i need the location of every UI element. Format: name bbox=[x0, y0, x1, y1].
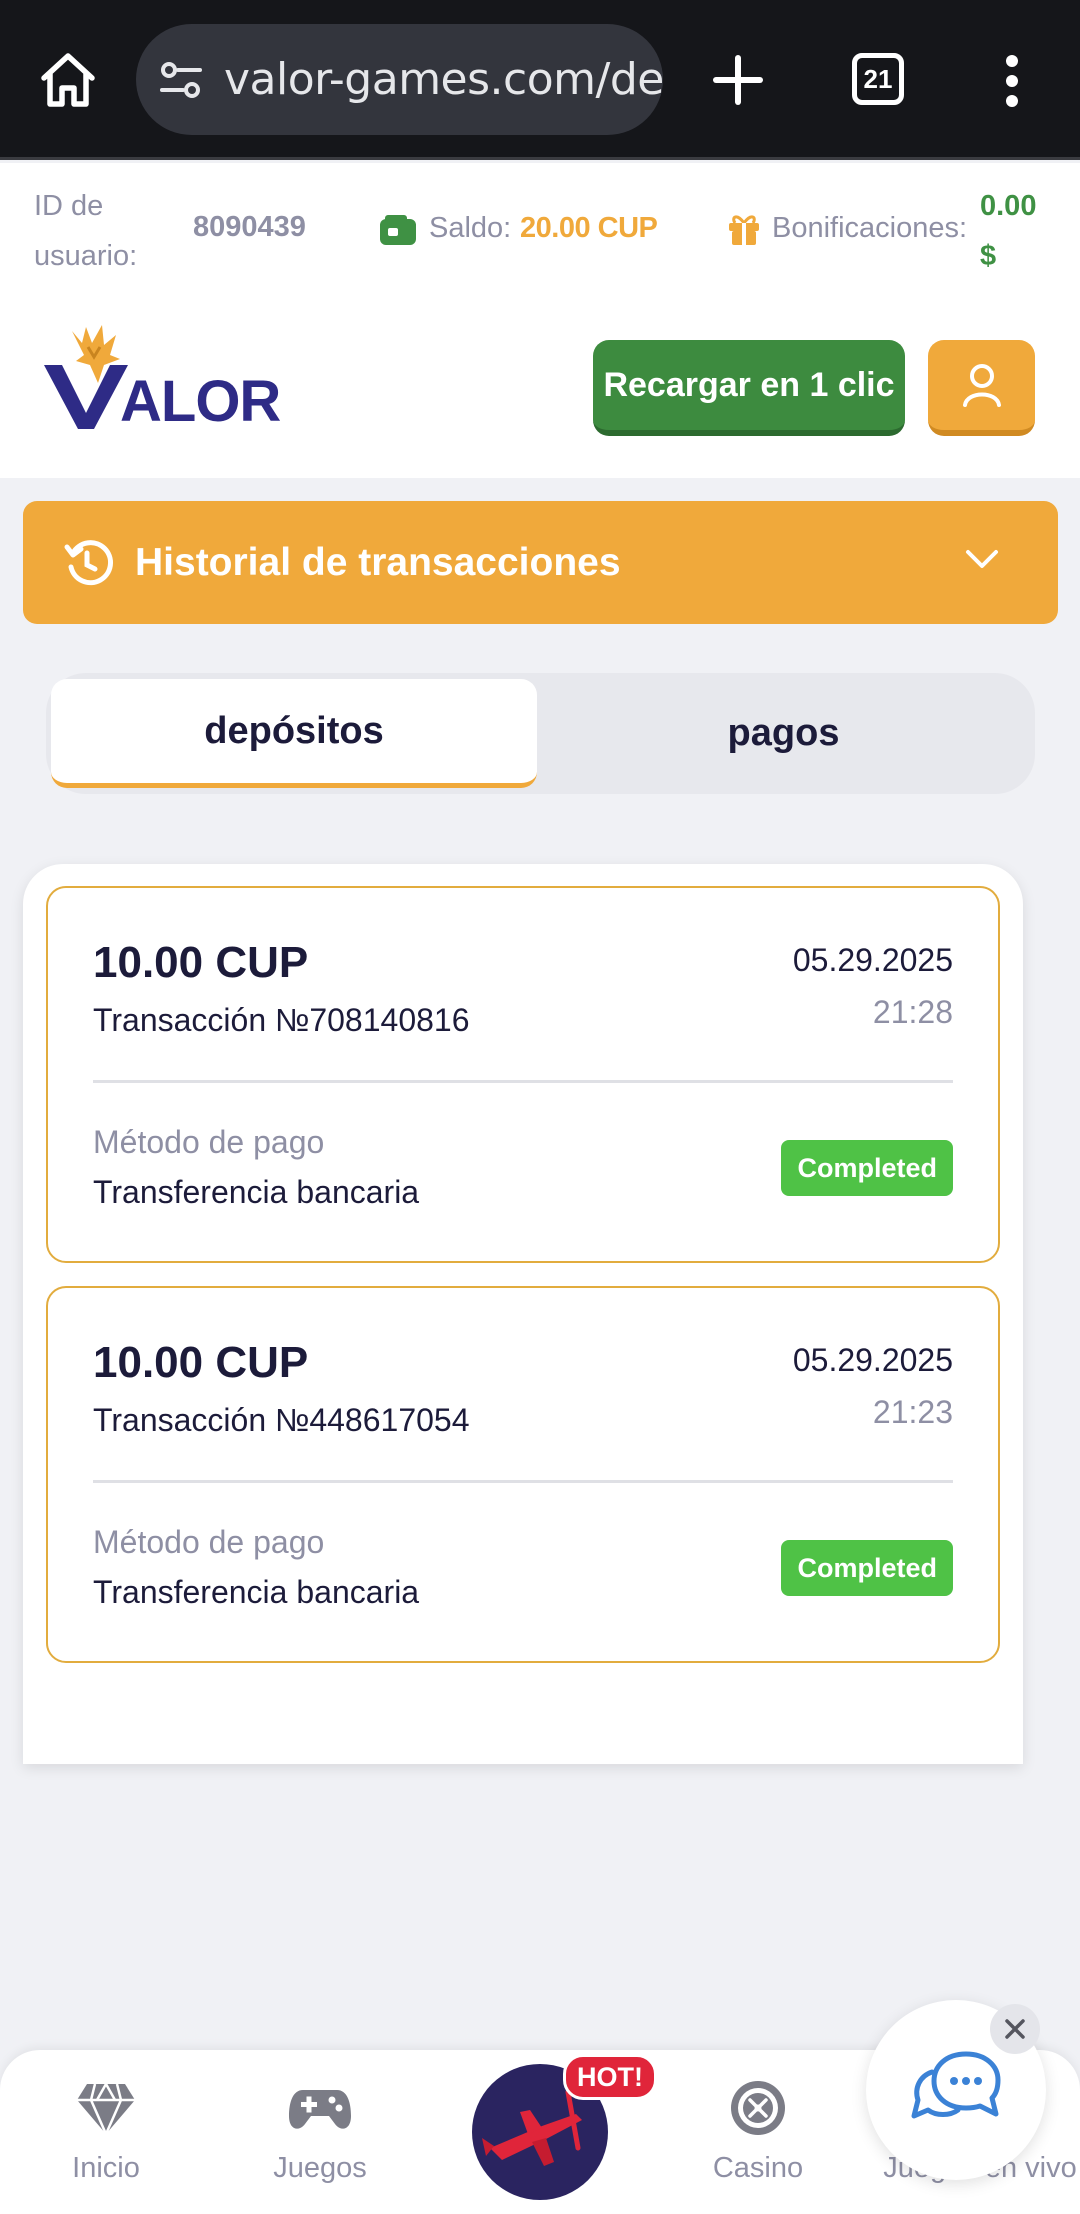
payment-method: Transferencia bancaria bbox=[93, 1574, 420, 1610]
new-tab-icon[interactable] bbox=[708, 50, 768, 110]
status-badge: Completed bbox=[781, 1140, 953, 1196]
address-bar[interactable]: valor-games.com/de bbox=[136, 24, 663, 135]
history-accordion[interactable]: Historial de transacciones bbox=[23, 501, 1058, 624]
nav-item-home[interactable]: Inicio bbox=[16, 2078, 196, 2185]
nav-label: Casino bbox=[712, 2152, 804, 2184]
user-icon bbox=[962, 364, 1001, 407]
bonus-value: 0.00 $ bbox=[980, 190, 1037, 272]
transactions-list: 10.00 CUP Transacción №708140816 05.29.2… bbox=[23, 864, 1023, 1764]
bonus-label: Bonificaciones: bbox=[772, 212, 968, 244]
transaction-amount: 10.00 CUP bbox=[93, 1338, 309, 1387]
tab-deposits[interactable]: depósitos bbox=[51, 679, 537, 788]
nav-item-games[interactable]: Juegos bbox=[230, 2078, 410, 2185]
user-id-value: 8090439 bbox=[193, 211, 306, 243]
user-id-label: ID de usuario: bbox=[34, 190, 138, 272]
gift-icon bbox=[729, 215, 759, 245]
status-badge: Completed bbox=[781, 1540, 953, 1596]
balance-value: 20.00 CUP bbox=[520, 212, 658, 244]
payment-method-label: Método de pago bbox=[93, 1524, 325, 1560]
user-info-bar: ID de usuario: 8090439 Saldo: 20.00 CUP … bbox=[0, 163, 1080, 303]
transaction-card[interactable]: 10.00 CUP Transacción №448617054 05.29.2… bbox=[46, 1286, 1000, 1663]
site-header: ALOR Recargar en 1 clic bbox=[0, 303, 1080, 478]
hot-badge: HOT! bbox=[563, 2054, 657, 2100]
tab-payments[interactable]: pagos bbox=[537, 679, 1030, 788]
nav-label: Inicio bbox=[72, 2152, 140, 2184]
url-text[interactable]: valor-games.com/de bbox=[224, 54, 663, 105]
transaction-time: 21:28 bbox=[872, 994, 953, 1030]
nav-label: Juegos bbox=[273, 2152, 367, 2184]
payment-method-label: Método de pago bbox=[93, 1124, 325, 1160]
recharge-button[interactable]: Recargar en 1 clic bbox=[593, 340, 905, 436]
svg-text:ALOR: ALOR bbox=[120, 369, 280, 431]
tune-icon[interactable] bbox=[156, 55, 206, 105]
divider bbox=[93, 1480, 953, 1483]
transaction-card[interactable]: 10.00 CUP Transacción №708140816 05.29.2… bbox=[46, 886, 1000, 1263]
transaction-time: 21:23 bbox=[872, 1394, 953, 1430]
browser-toolbar: valor-games.com/de 21 bbox=[0, 0, 1080, 160]
gamepad-icon bbox=[289, 2090, 351, 2129]
transaction-amount: 10.00 CUP bbox=[93, 938, 309, 987]
chevron-down-icon[interactable] bbox=[965, 547, 999, 571]
transaction-tabs: depósitos pagos bbox=[46, 673, 1035, 794]
payment-method: Transferencia bancaria bbox=[93, 1174, 420, 1210]
roulette-icon bbox=[731, 2081, 785, 2135]
transaction-id: Transacción №708140816 bbox=[93, 1002, 470, 1038]
transaction-date: 05.29.2025 bbox=[792, 942, 953, 978]
diamond-icon bbox=[77, 2083, 135, 2138]
transaction-id: Transacción №448617054 bbox=[93, 1402, 470, 1438]
balance-label: Saldo: bbox=[429, 212, 512, 244]
history-title: Historial de transacciones bbox=[135, 541, 621, 584]
transaction-date: 05.29.2025 bbox=[792, 1342, 953, 1378]
wallet-icon bbox=[380, 215, 416, 245]
more-vert-icon[interactable] bbox=[998, 54, 1026, 108]
profile-button[interactable] bbox=[928, 340, 1035, 436]
valor-logo[interactable]: ALOR bbox=[42, 321, 287, 431]
home-icon[interactable] bbox=[36, 48, 100, 112]
close-icon bbox=[1005, 2019, 1025, 2039]
divider bbox=[93, 1080, 953, 1083]
chat-close-button[interactable] bbox=[990, 2004, 1040, 2054]
tab-switcher-button[interactable]: 21 bbox=[852, 53, 904, 105]
chat-icon bbox=[911, 2051, 1001, 2119]
history-icon bbox=[64, 540, 113, 586]
nav-item-casino[interactable]: Casino bbox=[668, 2078, 848, 2185]
